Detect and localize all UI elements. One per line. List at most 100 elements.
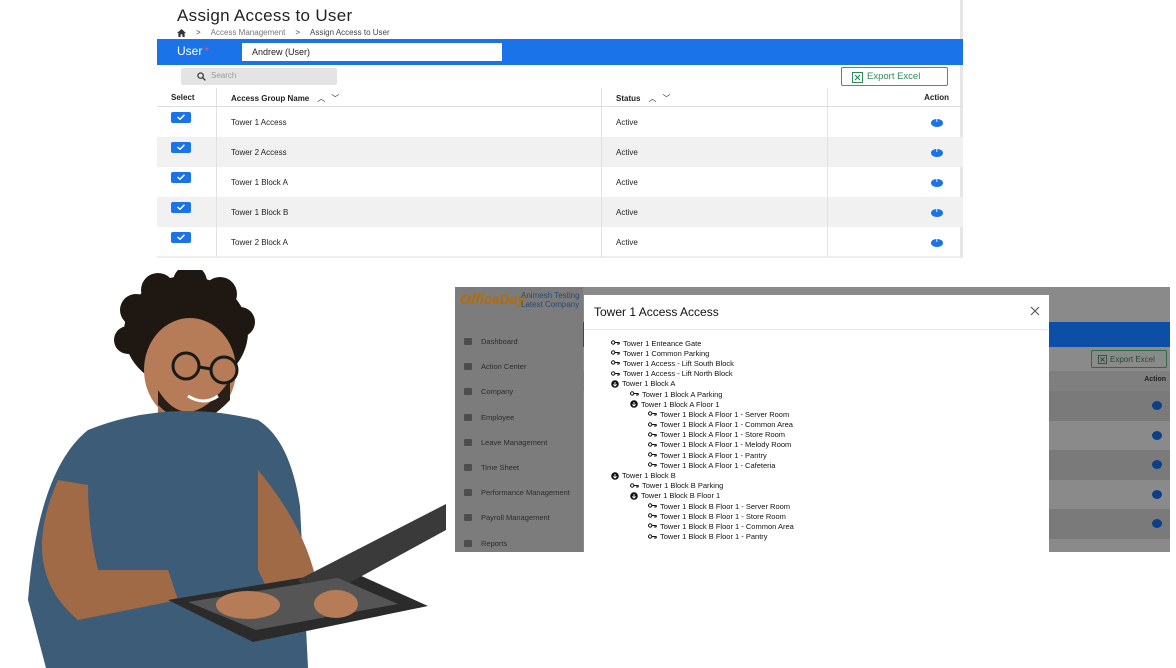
sidebar-item[interactable]: Performance Management	[464, 488, 570, 513]
key-icon	[648, 503, 657, 509]
tree-item-label: Tower 1 Block A	[622, 379, 676, 389]
breadcrumb-access-management[interactable]: Access Management	[211, 28, 286, 37]
expand-icon[interactable]	[630, 492, 638, 500]
tree-group-item[interactable]: Tower 1 Block B	[611, 470, 794, 480]
close-icon[interactable]	[1030, 306, 1040, 316]
breadcrumb: > Access Management > Assign Access to U…	[177, 28, 390, 37]
table-row: Tower 1 Block B Active	[157, 197, 963, 227]
status-cell: Active	[602, 107, 828, 137]
sort-icon[interactable]: ︿﹀	[648, 93, 676, 104]
search-input[interactable]: Search	[181, 68, 337, 85]
modal-title: Tower 1 Access Access	[594, 305, 719, 319]
sort-icon[interactable]: ︿﹀	[317, 93, 345, 104]
users-icon	[464, 438, 472, 446]
page-title: Assign Access to User	[177, 6, 353, 25]
key-icon	[648, 513, 657, 519]
tree-group-item[interactable]: Tower 1 Block A	[611, 379, 794, 389]
select-checkbox[interactable]	[171, 112, 191, 123]
sidebar-item[interactable]: Reports	[464, 539, 570, 553]
tree-access-item: Tower 1 Block B Floor 1 - Server Room	[611, 501, 794, 511]
info-icon[interactable]	[931, 148, 943, 157]
info-icon[interactable]	[1152, 401, 1162, 410]
tree-item-label: Tower 1 Enteance Gate	[623, 338, 702, 348]
tree-access-item: Tower 1 Common Parking	[611, 348, 794, 358]
tree-access-item: Tower 1 Block A Parking	[611, 389, 794, 399]
tree-group-item[interactable]: Tower 1 Block A Floor 1	[611, 399, 794, 409]
check-icon	[177, 174, 185, 180]
info-icon[interactable]	[1152, 460, 1162, 469]
tree-group-item[interactable]: Tower 1 Block B Floor 1	[611, 491, 794, 501]
person-with-laptop-image	[28, 270, 446, 668]
key-icon	[648, 432, 657, 437]
status-cell: Active	[602, 167, 828, 197]
tree-item-label: Tower 1 Block A Floor 1 - Store Room	[660, 430, 786, 440]
sidebar-item-label: Dashboard	[481, 337, 518, 346]
status-cell: Active	[602, 227, 828, 257]
column-header-name[interactable]: Access Group Name ︿﹀	[217, 88, 602, 106]
sidebar-item-label: Time Sheet	[481, 462, 520, 472]
select-checkbox[interactable]	[171, 142, 191, 153]
calendar-icon	[464, 463, 472, 471]
action-cell	[828, 197, 963, 227]
sidebar-item-label: Payroll Management	[481, 513, 550, 523]
tree-item-label: Tower 1 Block A Floor 1 - Pantry	[660, 450, 767, 460]
info-icon[interactable]	[931, 208, 943, 217]
sidebar-item[interactable]: Dashboard	[464, 337, 570, 362]
expand-icon[interactable]	[630, 400, 638, 409]
check-icon	[177, 234, 185, 240]
breadcrumb-separator: >	[196, 28, 201, 37]
tree-access-item: Tower 1 Block A Floor 1 - Server Room	[611, 409, 794, 419]
select-checkbox[interactable]	[171, 172, 191, 183]
tree-item-label: Tower 1 Block A Floor 1 - Melody Room	[660, 440, 792, 450]
dashboard-icon	[464, 338, 472, 345]
sidebar-item[interactable]: Employee	[464, 413, 570, 438]
column-header-status[interactable]: Status ︿﹀	[602, 88, 828, 106]
export-excel-button[interactable]: Export Excel	[841, 67, 948, 86]
sidebar-item-label: Reports	[481, 538, 508, 548]
expand-icon[interactable]	[611, 471, 619, 480]
tree-item-label: Tower 1 Block B Floor 1 - Pantry	[660, 532, 768, 542]
users-icon	[464, 413, 472, 421]
sidebar-item[interactable]: Time Sheet	[464, 463, 570, 488]
sidebar-item[interactable]: Action Center	[464, 362, 570, 387]
expand-icon[interactable]	[611, 380, 619, 388]
info-icon[interactable]	[1152, 519, 1162, 528]
key-icon	[648, 452, 657, 458]
info-icon[interactable]	[931, 118, 943, 127]
export-excel-button[interactable]: Export Excel	[1091, 350, 1167, 368]
sidebar-item[interactable]: Company	[464, 387, 570, 412]
table-rows-background	[1048, 391, 1170, 539]
info-icon[interactable]	[931, 238, 943, 247]
tree-item-label: Tower 1 Block B Floor 1 - Store Room	[660, 511, 786, 521]
access-tree: Tower 1 Enteance Gate Tower 1 Common Park…	[611, 338, 794, 542]
key-icon	[611, 340, 620, 346]
breadcrumb-current: Assign Access to User	[310, 28, 390, 37]
sidebar-item[interactable]: Payroll Management	[464, 513, 570, 538]
tree-item-label: Tower 1 Block A Parking	[642, 389, 723, 399]
sidebar-item-label: Company	[481, 387, 514, 397]
select-cell	[157, 107, 217, 137]
status-cell: Active	[602, 197, 828, 227]
info-icon[interactable]	[1152, 430, 1162, 440]
tree-access-item: Tower 1 Block B Floor 1 - Store Room	[611, 511, 794, 521]
column-header-action: Action	[1144, 376, 1166, 383]
user-select[interactable]: Andrew (User)	[242, 43, 502, 61]
assign-access-panel: Assign Access to User > Access Managemen…	[157, 0, 963, 258]
select-checkbox[interactable]	[171, 232, 191, 243]
table-row	[1048, 450, 1170, 480]
select-cell	[157, 167, 217, 197]
tree-access-item: Tower 1 Block A Floor 1 - Store Room	[611, 430, 794, 440]
info-icon[interactable]	[931, 178, 943, 187]
table-row	[1048, 479, 1170, 509]
export-excel-label: Export Excel	[867, 71, 921, 82]
info-icon[interactable]	[1152, 489, 1162, 499]
sidebar-item[interactable]: Leave Management	[464, 438, 570, 463]
select-checkbox[interactable]	[171, 202, 191, 213]
home-icon[interactable]	[177, 28, 186, 37]
action-cell	[828, 167, 963, 197]
tree-item-label: Tower 1 Access - Lift North Block	[623, 369, 733, 379]
sidebar-menu: Dashboard Action Center Company Employee Lea…	[464, 337, 570, 552]
action-cell	[828, 107, 963, 137]
key-icon	[648, 523, 657, 529]
key-icon	[648, 442, 657, 447]
